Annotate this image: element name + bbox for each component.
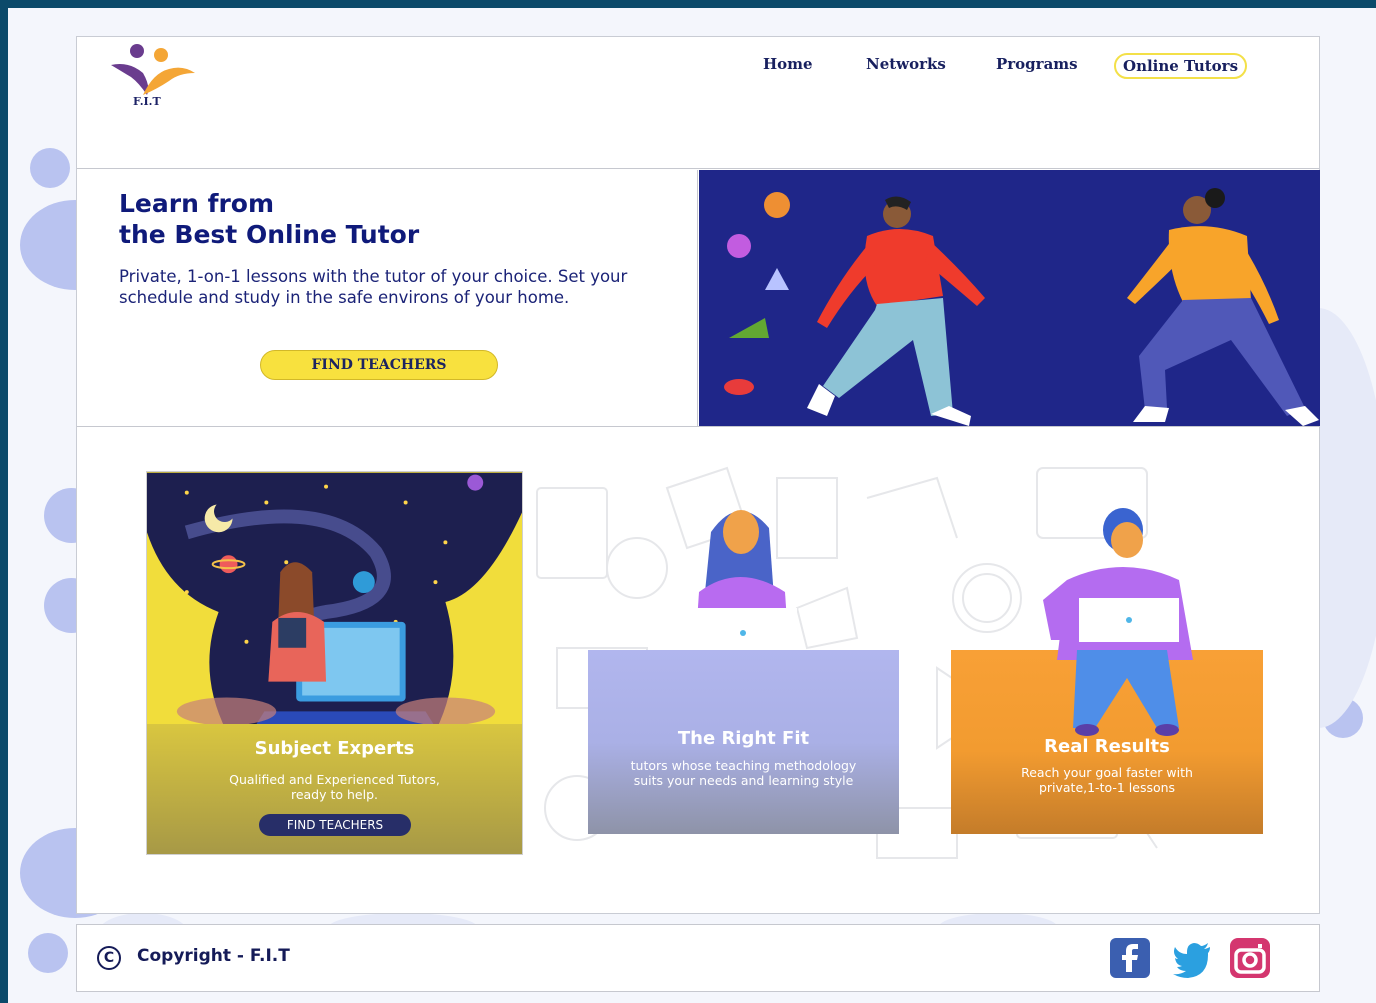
site-footer: C Copyright - F.I.T (76, 924, 1320, 992)
hero-title-line1: Learn from (119, 189, 275, 218)
man-with-laptop-illustration (1043, 508, 1193, 736)
feature-title: The Right Fit (677, 728, 810, 749)
find-teachers-button[interactable]: FIND TEACHERS (260, 350, 498, 380)
main-page: F.I.T Home Networks Programs Online Tuto… (76, 36, 1320, 914)
instagram-icon[interactable] (1230, 938, 1270, 978)
site-header: F.I.T Home Networks Programs Online Tuto… (77, 37, 1319, 169)
twitter-icon[interactable] (1172, 938, 1212, 978)
hero-title-line2: the Best Online Tutor (119, 220, 420, 249)
hero-illustration (699, 170, 1320, 426)
feature-card-subject-experts: Subject Experts Qualified and Experience… (146, 471, 523, 855)
nav-item-home[interactable]: Home (757, 53, 819, 75)
hero-description: Private, 1-on-1 lessons with the tutor o… (119, 267, 628, 307)
nav-item-networks[interactable]: Networks (860, 53, 952, 75)
feature-title: Subject Experts (254, 738, 415, 759)
main-nav: Home Networks Programs Online Tutors (77, 53, 1319, 83)
facebook-icon[interactable] (1110, 938, 1150, 978)
hero-title: Learn from the Best Online Tutor (119, 188, 639, 250)
nav-item-programs[interactable]: Programs (990, 53, 1084, 75)
feature-text: tutors whose teaching methodology suits … (630, 758, 857, 788)
nav-item-online-tutors[interactable]: Online Tutors (1114, 53, 1248, 79)
logo-text: F.I.T (133, 95, 161, 108)
background-blob (30, 148, 70, 188)
copyright-icon: C (97, 946, 121, 970)
hero-text-panel: Learn from the Best Online Tutor Private… (77, 170, 698, 426)
find-teachers-card-button[interactable]: FIND TEACHERS (259, 814, 411, 836)
hero-section: Learn from the Best Online Tutor Private… (77, 170, 1320, 427)
copyright-text: Copyright - F.I.T (137, 946, 290, 966)
features-section: Subject Experts Qualified and Experience… (77, 428, 1319, 914)
background-blob (28, 933, 68, 973)
walking-people-illustration (724, 188, 1319, 426)
feature-text: Qualified and Experienced Tutors, ready … (229, 772, 440, 802)
space-tutor-illustration (147, 472, 522, 732)
feature-text: Reach your goal faster with private,1-to… (1021, 765, 1193, 795)
feature-card-right-fit: The Right Fit tutors whose teaching meth… (588, 650, 899, 834)
